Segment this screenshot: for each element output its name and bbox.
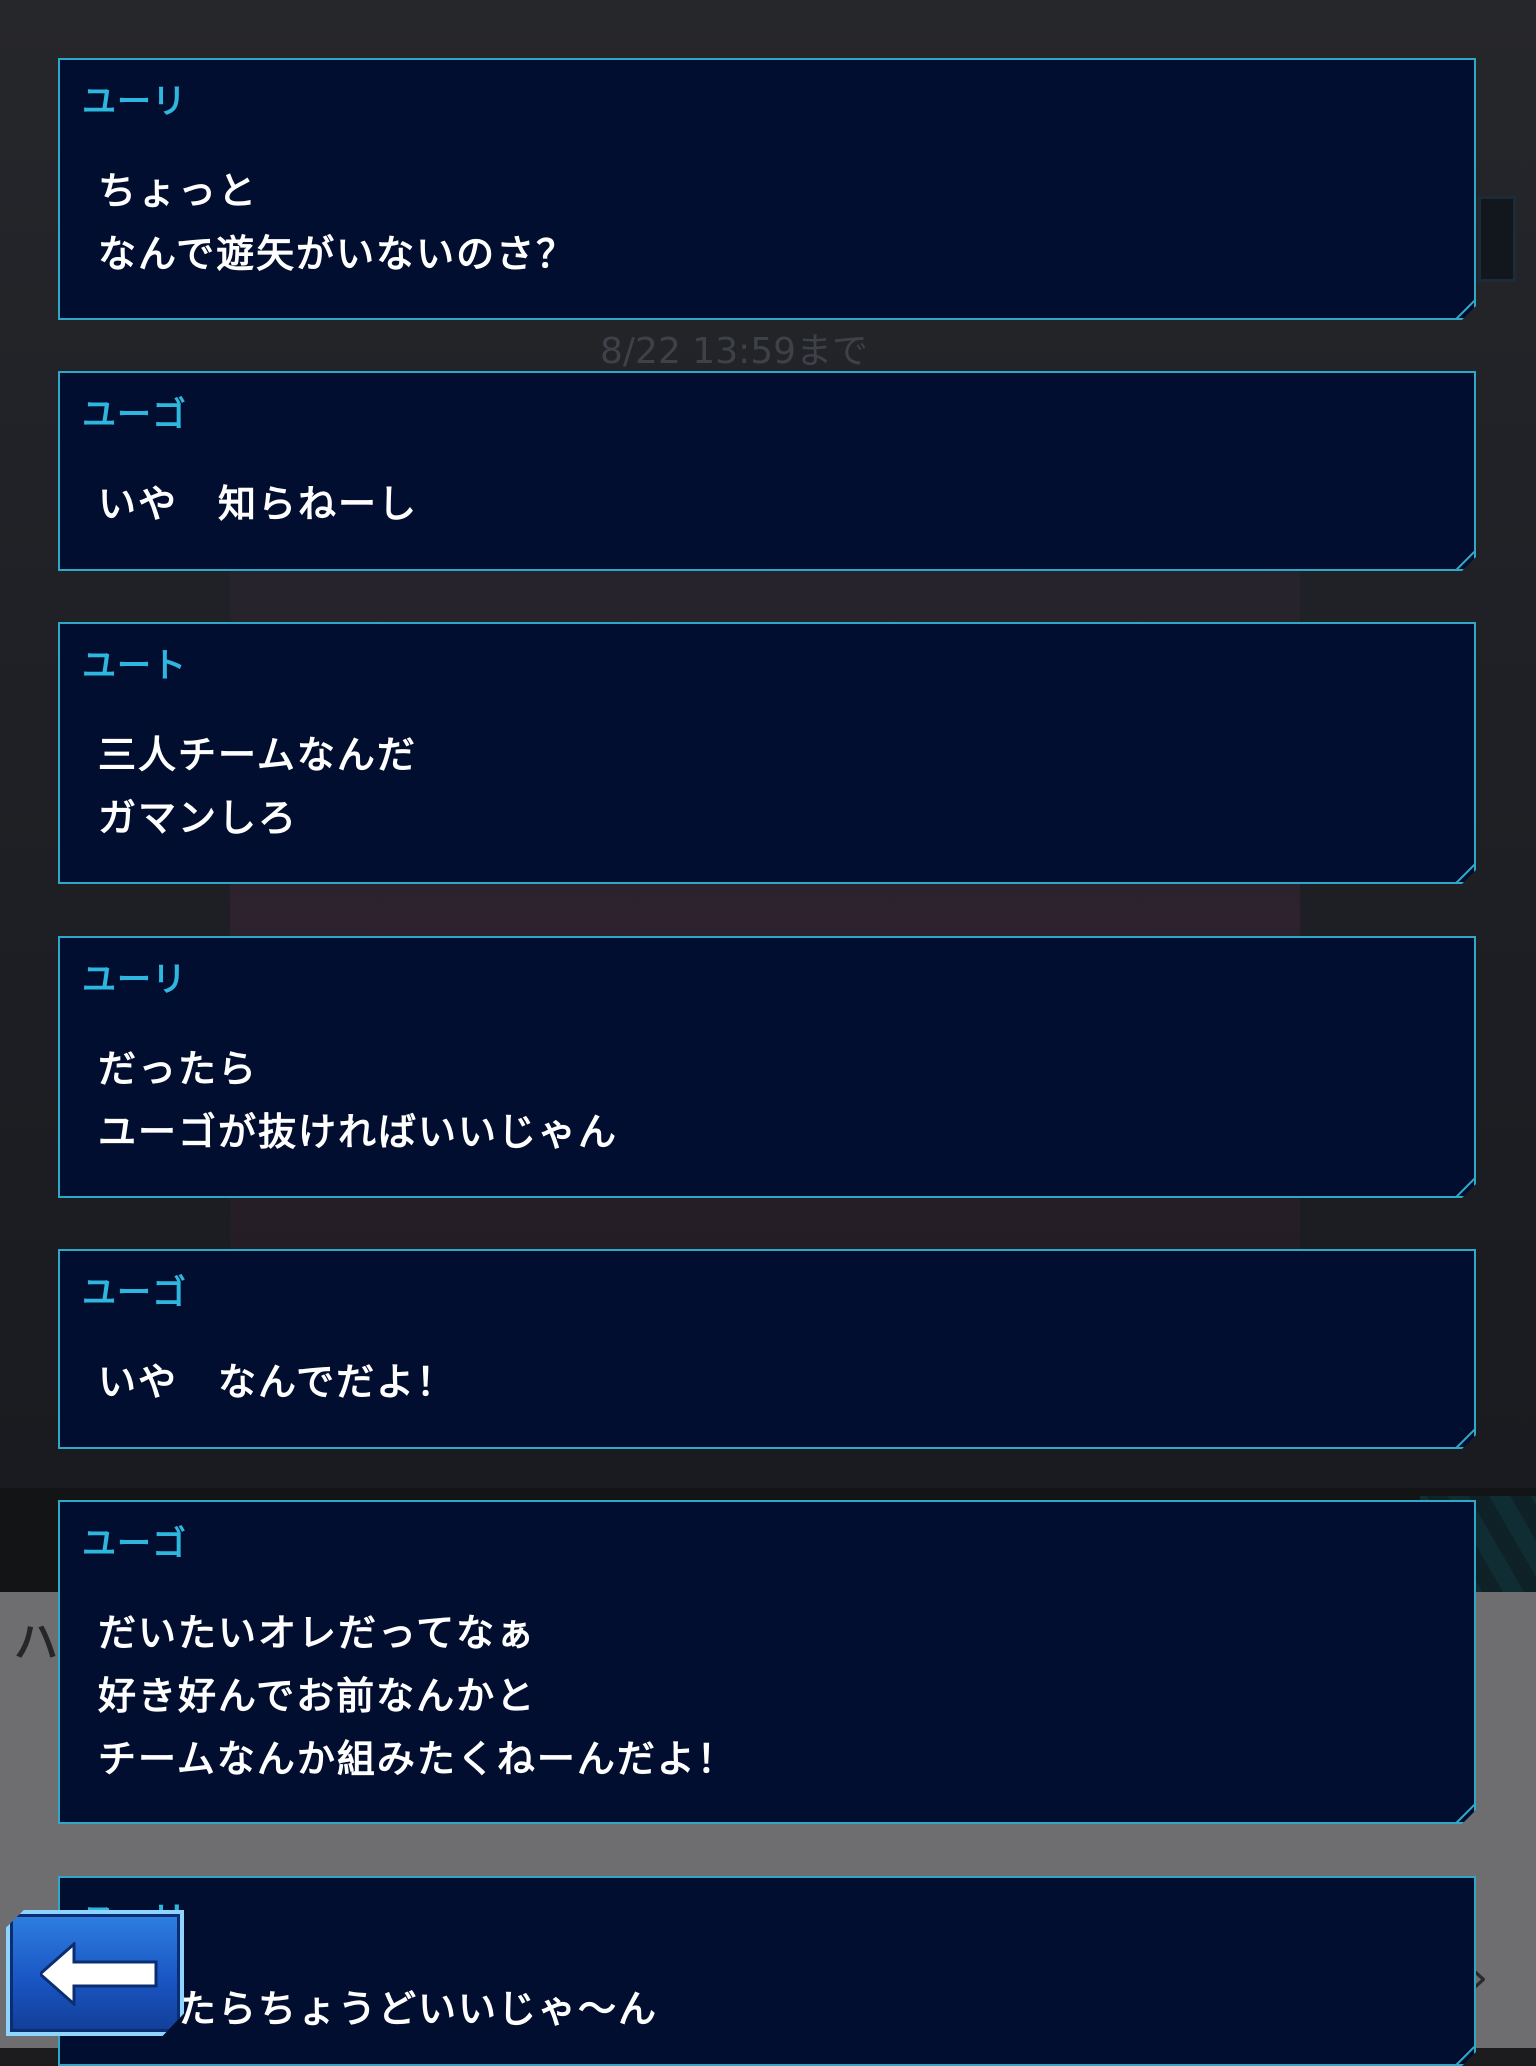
back-button[interactable] [6,1910,184,2036]
dialogue-line: だったら [98,1047,259,1091]
speaker-name: ユーゴ [82,1524,187,1564]
speaker-name: ユーゴ [82,395,187,435]
background-side-button [1478,196,1516,282]
left-arrow-icon [40,1942,158,2006]
dialogue-line: だいたいオレだってなぁ [98,1611,537,1655]
dialogue-card: ユーリ だったらちょうどいいじゃ～ん [58,1876,1476,2066]
dialogue-card: ユーリ ちょっと なんで遊矢がいないのさ？ [58,58,1476,320]
dialogue-card: ユーゴ いや 知らねーし [58,371,1476,571]
dialogue-card: ユーゴ いや なんでだよ！ [58,1249,1476,1449]
dialogue-card: ユーリ だったら ユーゴが抜ければいいじゃん [58,936,1476,1198]
speaker-name: ユーゴ [82,1273,187,1313]
dialogue-line: ガマンしろ [98,796,299,840]
dialogue-line: ユーゴが抜ければいいじゃん [98,1110,619,1154]
background-label: ハ [14,1617,58,1668]
dialogue-line: チームなんか組みたくねーんだよ！ [98,1737,737,1781]
dialogue-card: ユート 三人チームなんだ ガマンしろ [58,622,1476,884]
background-event-timer: 8/22 13:59まで [600,331,869,372]
dialogue-line: ちょっと [98,169,259,213]
dialogue-line: いや 知らねーし [98,482,419,526]
speaker-name: ユーリ [82,960,187,1000]
dialogue-card: ユーゴ だいたいオレだってなぁ 好き好んでお前なんかと チームなんか組みたくねー… [58,1500,1476,1824]
speaker-name: ユーリ [82,82,187,122]
dialogue-line: なんで遊矢がいないのさ？ [98,232,577,276]
speaker-name: ユート [82,646,187,686]
dialogue-line: 好き好んでお前なんかと [98,1674,537,1718]
dialogue-line: いや なんでだよ！ [98,1360,457,1404]
dialogue-line: 三人チームなんだ [98,733,417,777]
